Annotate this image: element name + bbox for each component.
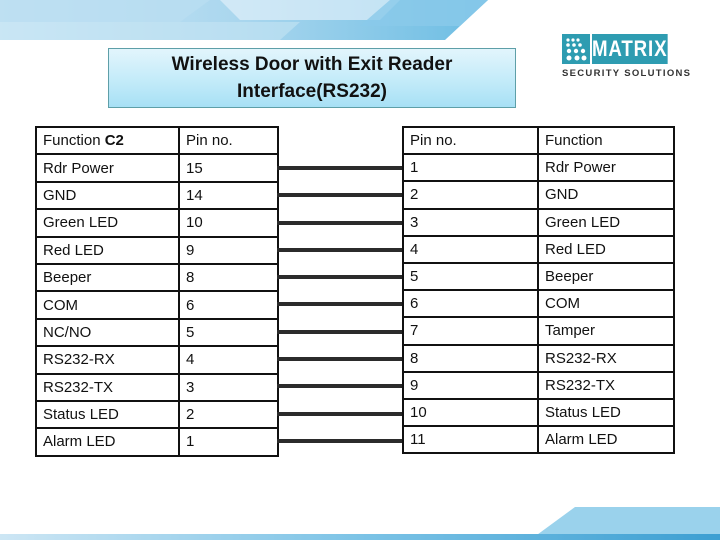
connection-wire (277, 357, 402, 361)
table-row: NC/NO 5 (35, 317, 279, 348)
pin-number-cell: 6 (178, 290, 279, 320)
connection-wire (277, 193, 402, 197)
connection-wire (277, 384, 402, 388)
function-cell: NC/NO (35, 317, 180, 348)
function-cell: Red LED (35, 235, 180, 265)
table-row: Red LED 9 (35, 235, 279, 265)
header-function: Function (537, 125, 675, 156)
title-line-1: Wireless Door with Exit Reader (171, 54, 453, 75)
table-row: 11 Alarm LED (402, 425, 675, 455)
pin-number-cell: 9 (402, 370, 539, 400)
pin-number-cell: 15 (178, 153, 279, 183)
matrix-logo: MATRIX SECURITY SOLUTIONS (562, 34, 692, 79)
function-cell: RS232-TX (537, 370, 675, 400)
table-row: Status LED 2 (35, 399, 279, 430)
header-function-label: Function (43, 132, 105, 150)
pin-number-cell: 1 (178, 427, 279, 457)
table-row: COM 6 (35, 290, 279, 320)
pin-number-cell: 2 (402, 180, 539, 210)
function-cell: Alarm LED (537, 425, 675, 455)
function-cell: Red LED (537, 234, 675, 264)
table-row: Alarm LED 1 (35, 427, 279, 457)
connection-wire (277, 221, 402, 225)
function-cell: Alarm LED (35, 427, 180, 457)
table-row: 7 Tamper (402, 316, 675, 346)
pin-number-cell: 10 (178, 208, 279, 238)
table-row: GND 14 (35, 180, 279, 211)
table-row: 4 Red LED (402, 234, 675, 264)
dot-grid-icon (562, 34, 590, 64)
function-cell: COM (537, 289, 675, 319)
pin-number-cell: 6 (402, 289, 539, 319)
function-cell: Rdr Power (537, 153, 675, 183)
table-row: RS232-RX 4 (35, 345, 279, 375)
header-c2-label: C2 (104, 132, 124, 150)
function-cell: Beeper (537, 261, 675, 292)
pin-number-cell: 2 (178, 399, 279, 430)
header-pin-no: Pin no. (178, 125, 279, 156)
connection-wire (277, 439, 402, 443)
function-cell: GND (537, 180, 675, 210)
table-row: 10 Status LED (402, 397, 675, 428)
table-row: 9 RS232-TX (402, 370, 675, 400)
function-cell: Tamper (537, 316, 675, 346)
function-cell: Status LED (537, 397, 675, 428)
pin-number-cell: 8 (402, 343, 539, 373)
bottom-decorative-banner (0, 507, 720, 540)
table-row: 8 RS232-RX (402, 343, 675, 373)
connection-wire (277, 248, 402, 252)
function-cell: Green LED (35, 208, 180, 238)
table-row: Rdr Power 15 (35, 153, 279, 183)
function-cell: Status LED (35, 399, 180, 430)
function-cell: Rdr Power (35, 153, 180, 183)
connection-wire (277, 412, 402, 416)
pin-number-cell: 11 (402, 425, 539, 455)
left-table-header: Function C2 Pin no. (35, 125, 279, 156)
table-row: 5 Beeper (402, 261, 675, 292)
function-cell: COM (35, 290, 180, 320)
function-cell: RS232-RX (35, 345, 180, 375)
logo-brand-text: MATRIX (592, 34, 668, 64)
pin-number-cell: 4 (402, 234, 539, 264)
function-cell: Green LED (537, 207, 675, 237)
pin-number-cell: 7 (402, 316, 539, 346)
pin-number-cell: 3 (178, 372, 279, 402)
table-row: 6 COM (402, 289, 675, 319)
right-table-header: Pin no. Function (402, 125, 675, 156)
function-cell: Beeper (35, 262, 180, 293)
pin-number-cell: 3 (402, 207, 539, 237)
title-line-2: Interface(RS232) (237, 81, 387, 102)
pin-number-cell: 14 (178, 180, 279, 211)
connection-wire (277, 275, 402, 279)
table-row: 1 Rdr Power (402, 153, 675, 183)
table-row: 2 GND (402, 180, 675, 210)
connection-wire (277, 330, 402, 334)
connection-wire (277, 166, 402, 170)
right-pin-table: Pin no. Function 1 Rdr Power 2 GND 3 Green LE… (402, 125, 675, 455)
function-cell: GND (35, 180, 180, 211)
connection-wire (277, 302, 402, 306)
slide-title-box: Wireless Door with Exit Reader Interface… (108, 48, 516, 108)
pin-number-cell: 5 (178, 317, 279, 348)
left-pin-table: Function C2 Pin no. Rdr Power 15 GND 14 Gree… (35, 125, 279, 457)
pin-number-cell: 10 (402, 397, 539, 428)
table-row: RS232-TX 3 (35, 372, 279, 402)
table-row: Green LED 10 (35, 208, 279, 238)
pin-number-cell: 5 (402, 261, 539, 292)
logo-tagline: SECURITY SOLUTIONS (562, 68, 692, 79)
function-cell: RS232-RX (537, 343, 675, 373)
header-function-c2: Function C2 (35, 125, 180, 156)
function-cell: RS232-TX (35, 372, 180, 402)
table-row: Beeper 8 (35, 262, 279, 293)
pin-number-cell: 1 (402, 153, 539, 183)
pin-number-cell: 8 (178, 262, 279, 293)
pin-number-cell: 4 (178, 345, 279, 375)
table-row: 3 Green LED (402, 207, 675, 237)
pin-number-cell: 9 (178, 235, 279, 265)
header-pin-no: Pin no. (402, 125, 539, 156)
